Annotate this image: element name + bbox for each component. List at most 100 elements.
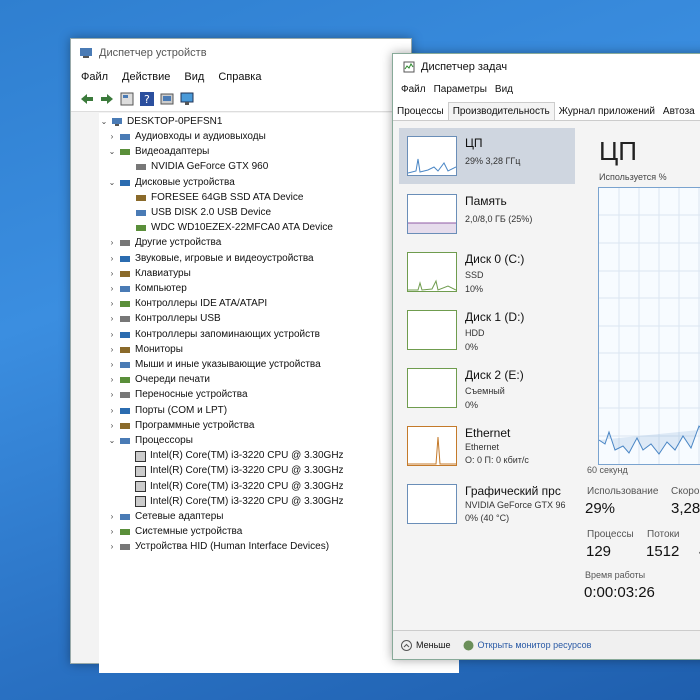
task-manager-menubar: Файл Параметры Вид xyxy=(393,80,700,98)
tree-item[interactable]: › Контроллеры запоминающих устройств xyxy=(107,328,320,342)
menu-help[interactable]: Справка xyxy=(218,71,261,83)
tm-menu-view[interactable]: Вид xyxy=(495,84,513,95)
tree-item[interactable]: ⌄ Дисковые устройства xyxy=(107,176,235,190)
chevron-right-icon[interactable]: › xyxy=(107,525,117,539)
chevron-right-icon[interactable]: › xyxy=(107,130,117,144)
chevron-right-icon[interactable]: › xyxy=(107,510,117,524)
chevron-down-icon[interactable]: ⌄ xyxy=(107,145,117,159)
menu-view[interactable]: Вид xyxy=(184,71,204,83)
menu-action[interactable]: Действие xyxy=(122,71,170,83)
tree-item[interactable]: Intel(R) Core(TM) i3-3220 CPU @ 3.30GHz xyxy=(133,449,344,463)
tree-item[interactable]: › Системные устройства xyxy=(107,525,243,539)
tab-app-history[interactable]: Журнал приложений xyxy=(555,103,659,120)
tree-item[interactable]: › Контроллеры IDE ATA/ATAPI xyxy=(107,297,268,311)
chevron-down-icon[interactable]: ⌄ xyxy=(107,434,117,448)
chevron-right-icon[interactable]: › xyxy=(107,297,117,311)
sidebar-item-disk1[interactable]: Диск 1 (D:) HDD 0% xyxy=(399,302,575,358)
tree-item[interactable]: NVIDIA GeForce GTX 960 xyxy=(133,160,268,174)
device-icon xyxy=(120,331,130,338)
update-driver-icon[interactable] xyxy=(159,91,175,107)
usage-value: 29% xyxy=(585,500,616,517)
device-icon xyxy=(120,316,130,323)
device-icon xyxy=(120,438,130,444)
tree-item[interactable]: Intel(R) Core(TM) i3-3220 CPU @ 3.30GHz xyxy=(133,495,344,509)
cpu-usage-graph xyxy=(598,187,700,465)
tree-item[interactable]: ⌄ Видеоадаптеры xyxy=(107,145,210,159)
tree-item[interactable]: › Переносные устройства xyxy=(107,388,248,402)
fewer-details-button[interactable]: Меньше xyxy=(401,639,451,651)
chevron-right-icon[interactable]: › xyxy=(107,404,117,418)
tree-item-label: Видеоадаптеры xyxy=(135,146,210,158)
tree-item[interactable]: › Клавиатуры xyxy=(107,267,191,281)
chevron-right-icon[interactable]: › xyxy=(107,252,117,266)
sidebar-item-gpu[interactable]: Графический прс NVIDIA GeForce GTX 96 0%… xyxy=(399,476,575,532)
sidebar-item-disk0[interactable]: Диск 0 (C:) SSD 10% xyxy=(399,244,575,300)
sidebar-item-memory[interactable]: Память 2,0/8,0 ГБ (25%) xyxy=(399,186,575,242)
sidebar-disk0-sub2: 10% xyxy=(465,284,484,294)
tree-item[interactable]: FORESEE 64GB SSD ATA Device xyxy=(133,191,303,205)
chevron-down-icon[interactable]: ⌄ xyxy=(99,115,109,129)
chevron-right-icon[interactable]: › xyxy=(107,358,117,372)
device-icon xyxy=(120,240,130,247)
device-icon xyxy=(120,514,130,520)
help-icon[interactable]: ? xyxy=(139,91,155,107)
tree-item[interactable]: WDC WD10EZEX-22MFCA0 ATA Device xyxy=(133,221,333,235)
tree-item-label: Звуковые, игровые и видеоустройства xyxy=(135,252,314,264)
tree-item[interactable]: › Мониторы xyxy=(107,343,183,357)
tree-item[interactable]: › Порты (COM и LPT) xyxy=(107,404,227,418)
tab-startup[interactable]: Автоза xyxy=(659,103,699,120)
device-manager-toolbar: ? xyxy=(71,87,411,112)
device-manager-titlebar: Диспетчер устройств xyxy=(71,39,411,67)
tab-processes[interactable]: Процессы xyxy=(393,103,448,120)
sidebar-item-ethernet[interactable]: Ethernet Ethernet О: 0 П: 0 кбит/с xyxy=(399,418,575,474)
device-icon xyxy=(136,194,146,201)
menu-file[interactable]: Файл xyxy=(81,71,108,83)
tree-item[interactable]: › Программные устройства xyxy=(107,419,255,433)
tree-item[interactable]: › Мыши и иные указывающие устройства xyxy=(107,358,321,372)
tm-menu-file[interactable]: Файл xyxy=(401,84,426,95)
chevron-right-icon[interactable]: › xyxy=(107,282,117,296)
uptime-label: Время работы xyxy=(585,570,646,580)
tree-item[interactable]: › Устройства HID (Human Interface Devices… xyxy=(107,540,329,554)
tree-item[interactable]: Intel(R) Core(TM) i3-3220 CPU @ 3.30GHz xyxy=(133,464,344,478)
device-icon xyxy=(120,179,130,186)
chevron-right-icon[interactable]: › xyxy=(107,343,117,357)
tree-item[interactable]: USB DISK 2.0 USB Device xyxy=(133,206,271,220)
tree-root[interactable]: ⌄ DESKTOP-0PEFSN1 xyxy=(99,115,223,129)
chevron-right-icon[interactable]: › xyxy=(107,373,117,387)
sidebar-ethernet-sub1: Ethernet xyxy=(465,442,500,452)
tab-performance[interactable]: Производительность xyxy=(447,102,555,120)
device-manager-window: Диспетчер устройств Файл Действие Вид Сп… xyxy=(70,38,459,673)
tree-item[interactable]: › Очереди печати xyxy=(107,373,210,387)
chevron-right-icon[interactable]: › xyxy=(107,312,117,326)
scan-hardware-icon[interactable] xyxy=(179,91,195,107)
sidebar-item-disk2[interactable]: Диск 2 (E:) Съемный 0% xyxy=(399,360,575,416)
sidebar-memory-sub1: 2,0/8,0 ГБ (25%) xyxy=(465,214,533,224)
tree-item[interactable]: › Звуковые, игровые и видеоустройства xyxy=(107,252,314,266)
uptime-value: 0:00:03:26 xyxy=(584,584,655,601)
chevron-right-icon[interactable]: › xyxy=(107,419,117,433)
memory-thumbnail-graph xyxy=(407,194,457,234)
chevron-down-icon[interactable]: ⌄ xyxy=(107,176,117,190)
chevron-right-icon[interactable]: › xyxy=(107,267,117,281)
properties-icon[interactable] xyxy=(119,91,135,107)
processor-icon xyxy=(135,465,146,477)
sidebar-item-cpu[interactable]: ЦП 29% 3,28 ГГц xyxy=(399,128,575,184)
tree-item[interactable]: › Контроллеры USB xyxy=(107,312,221,326)
chevron-right-icon[interactable]: › xyxy=(107,236,117,250)
tree-item-label: USB DISK 2.0 USB Device xyxy=(151,207,272,218)
tree-item[interactable]: ⌄ Процессоры xyxy=(107,434,193,448)
threads-value: 1512 xyxy=(646,543,680,560)
open-resource-monitor-link[interactable]: Открыть монитор ресурсов xyxy=(463,640,591,651)
chevron-right-icon[interactable]: › xyxy=(107,388,117,402)
back-arrow-icon[interactable] xyxy=(79,91,95,107)
tree-item[interactable]: Intel(R) Core(TM) i3-3220 CPU @ 3.30GHz xyxy=(133,480,344,494)
tree-item[interactable]: › Аудиовходы и аудиовыходы xyxy=(107,130,266,144)
tree-item[interactable]: › Другие устройства xyxy=(107,236,222,250)
chevron-right-icon[interactable]: › xyxy=(107,540,117,554)
tree-item[interactable]: › Сетевые адаптеры xyxy=(107,510,224,524)
tm-menu-options[interactable]: Параметры xyxy=(434,84,487,95)
tree-item[interactable]: › Компьютер xyxy=(107,282,187,296)
forward-arrow-icon[interactable] xyxy=(99,91,115,107)
chevron-right-icon[interactable]: › xyxy=(107,328,117,342)
